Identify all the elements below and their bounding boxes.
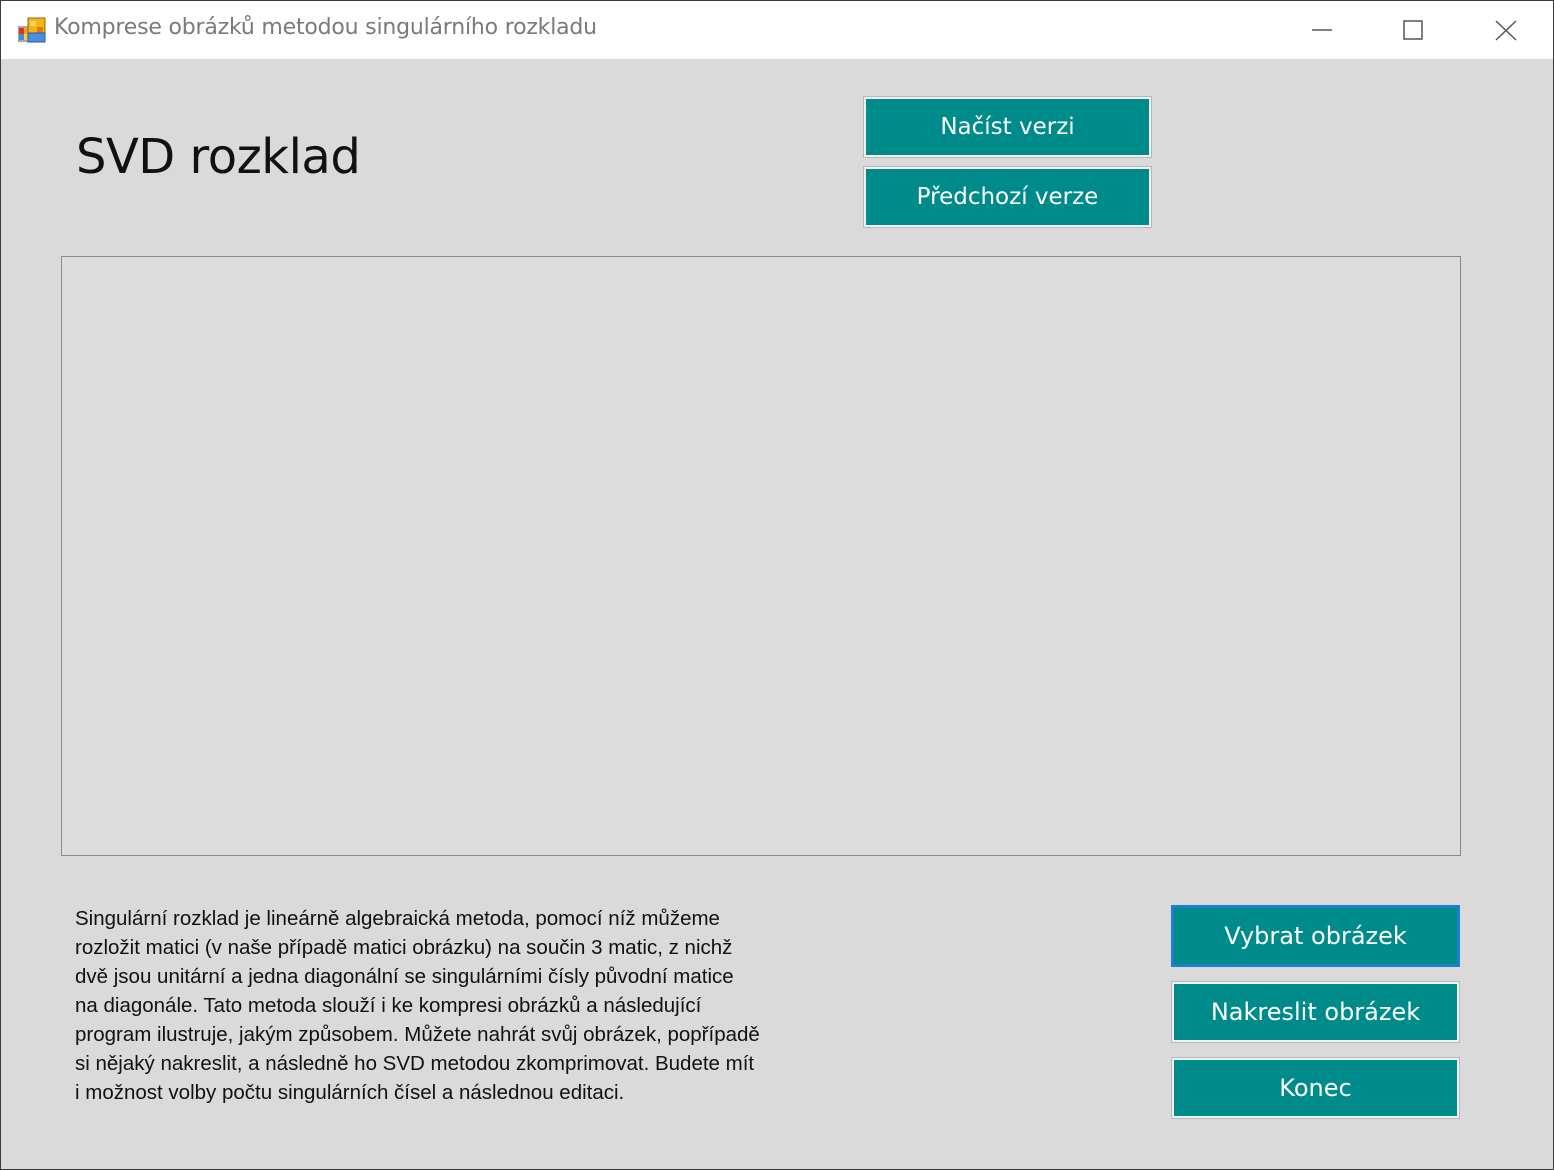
maximize-button[interactable] bbox=[1367, 1, 1459, 59]
minimize-icon bbox=[1312, 29, 1332, 31]
close-button[interactable] bbox=[1460, 1, 1552, 59]
app-window: Komprese obrázků metodou singulárního ro… bbox=[0, 0, 1554, 1170]
load-version-button[interactable]: Načíst verzi bbox=[863, 96, 1152, 158]
maximize-icon bbox=[1403, 20, 1423, 40]
window-title: Komprese obrázků metodou singulárního ro… bbox=[54, 15, 597, 40]
minimize-button[interactable] bbox=[1276, 1, 1368, 59]
description-line: i možnost volby počtu singulárních čísel… bbox=[75, 1081, 625, 1104]
description-line: program ilustruje, jakým způsobem. Můžet… bbox=[75, 1023, 760, 1046]
end-button[interactable]: Konec bbox=[1171, 1057, 1460, 1119]
draw-image-button[interactable]: Nakreslit obrázek bbox=[1171, 981, 1460, 1043]
page-title: SVD rozklad bbox=[76, 129, 361, 185]
description-text: Singulární rozklad je lineárně algebraic… bbox=[75, 904, 835, 1107]
title-bar[interactable]: Komprese obrázků metodou singulárního ro… bbox=[1, 1, 1553, 59]
previous-version-button[interactable]: Předchozí verze bbox=[863, 166, 1152, 228]
description-line: si nějaký nakreslit, a následně ho SVD m… bbox=[75, 1052, 755, 1075]
close-icon bbox=[1495, 20, 1517, 41]
description-line: Singulární rozklad je lineárně algebraic… bbox=[75, 907, 720, 930]
description-line: rozložit matici (v naše případě matici o… bbox=[75, 936, 733, 959]
description-line: na diagonále. Tato metoda slouží i ke ko… bbox=[75, 994, 702, 1017]
image-canvas[interactable] bbox=[61, 256, 1461, 856]
app-windows-icon bbox=[18, 17, 46, 43]
choose-image-button[interactable]: Vybrat obrázek bbox=[1171, 905, 1460, 967]
description-line: dvě jsou unitární a jedna diagonální se … bbox=[75, 965, 734, 988]
